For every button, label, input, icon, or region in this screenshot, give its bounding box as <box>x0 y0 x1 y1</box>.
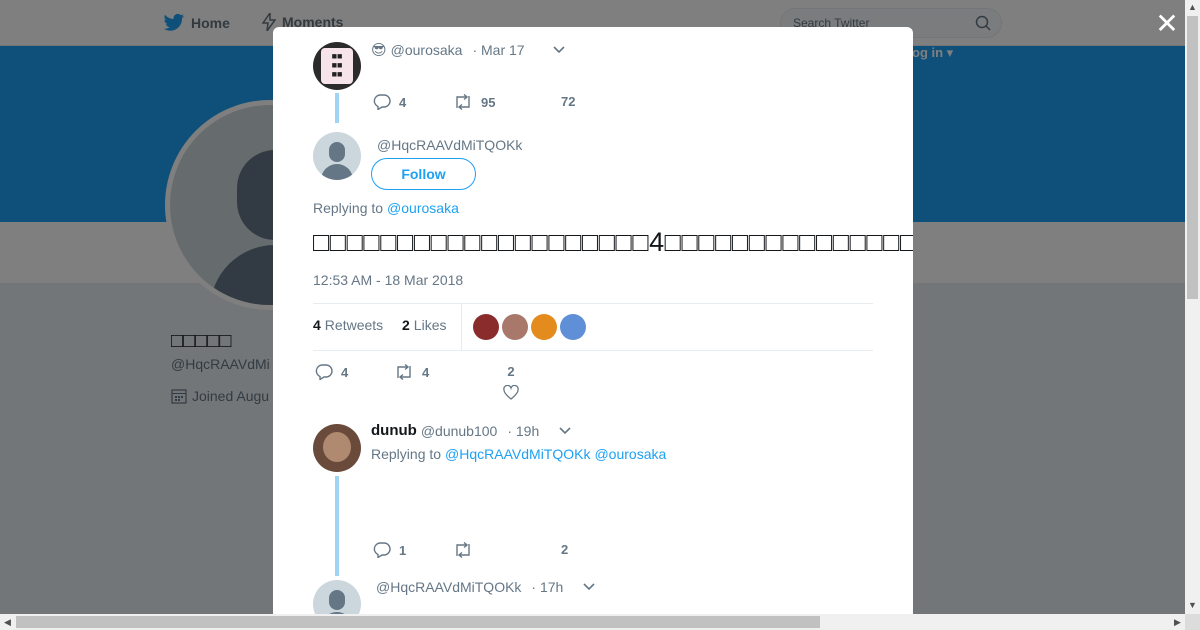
replying-to-link[interactable]: @ourosaka <box>594 446 666 462</box>
reply-handle[interactable]: @dunub100 <box>421 423 498 439</box>
replying-prefix: Replying to <box>313 200 384 216</box>
main-like-button[interactable]: 2 <box>503 364 519 400</box>
reply2-handle[interactable]: @HqcRAAVdMiTQOKk <box>376 579 521 595</box>
scroll-down-arrow-icon[interactable]: ▼ <box>1185 598 1200 613</box>
liker-avatar[interactable] <box>473 314 499 340</box>
emoji: 😎 <box>371 42 387 59</box>
ourosaka-avatar[interactable]: ■■ ■■ ■■ <box>313 42 361 90</box>
replying-to-line: Replying to @ourosaka <box>313 200 459 216</box>
reply-replying-line: Replying to @HqcRAAVdMiTQOKk @ourosaka <box>371 446 666 462</box>
likes-label: Likes <box>413 317 447 333</box>
liker-avatar[interactable] <box>502 314 528 340</box>
reply-like-count: 2 <box>561 542 569 557</box>
scroll-right-arrow-icon[interactable]: ▶ <box>1170 614 1185 630</box>
scroll-left-arrow-icon[interactable]: ◀ <box>0 614 15 630</box>
reply-header: dunub @dunub100 · 19h <box>371 422 571 439</box>
replying-to-link[interactable]: @HqcRAAVdMiTQOKk <box>445 446 590 462</box>
retweet-icon <box>397 364 411 380</box>
parent-reply-button[interactable]: 4 <box>373 94 406 110</box>
parent-retweet-button[interactable]: 95 <box>453 94 495 110</box>
likes-count: 2 <box>402 317 410 333</box>
parent-reply-count: 4 <box>399 94 407 110</box>
reply-icon <box>315 364 333 380</box>
main-reply-count: 4 <box>341 364 349 380</box>
main-handle[interactable]: @HqcRAAVdMiTQOKk <box>377 137 522 153</box>
reply-reply-count: 1 <box>399 542 407 558</box>
reply-name[interactable]: dunub <box>371 422 417 439</box>
retweets-count: 4 <box>313 317 321 333</box>
close-icon[interactable]: ✕ <box>1155 10 1179 38</box>
reply-icon <box>373 542 391 558</box>
divider <box>313 350 873 351</box>
liker-avatar[interactable] <box>560 314 586 340</box>
scrollbar-thumb[interactable] <box>16 616 820 628</box>
author-avatar[interactable] <box>313 132 361 180</box>
reply-replying-prefix: Replying to <box>371 446 442 462</box>
chevron-down-icon[interactable] <box>583 583 595 591</box>
vertical-scrollbar[interactable]: ▲ ▼ <box>1185 0 1200 614</box>
reply-time[interactable]: · 19h <box>507 423 539 439</box>
reply2-header: @HqcRAAVdMiTQOKk · 17h <box>376 579 595 595</box>
scrollbar-corner <box>1185 614 1200 630</box>
reply-icon <box>373 94 391 110</box>
reply-like-button[interactable]: 2 <box>561 542 568 557</box>
chevron-down-icon[interactable] <box>553 46 565 54</box>
tweet-modal: ■■ ■■ ■■ 😎 @ourosaka · Mar 17 4 95 72 @Hqc… <box>273 27 913 614</box>
reply-retweet-button[interactable] <box>453 542 473 558</box>
tweet-timestamp-text: 12:53 AM - 18 Mar 2018 <box>313 272 464 288</box>
thread-line <box>335 93 339 123</box>
main-like-count: 2 <box>507 364 515 379</box>
main-retweet-count: 4 <box>422 364 430 380</box>
parent-like-button[interactable]: 72 <box>561 94 575 109</box>
follow-button[interactable]: Follow <box>371 158 476 190</box>
author-avatar[interactable] <box>313 580 361 614</box>
replying-to-link[interactable]: @ourosaka <box>387 200 459 216</box>
retweet-icon <box>456 542 470 558</box>
parent-like-count: 72 <box>561 94 576 109</box>
main-reply-button[interactable]: 4 <box>315 364 348 380</box>
dunub-avatar[interactable] <box>313 424 361 472</box>
liker-avatar[interactable] <box>531 314 557 340</box>
parent-time[interactable]: · Mar 17 <box>472 42 524 58</box>
tweet-timestamp[interactable]: 12:53 AM - 18 Mar 2018 <box>313 272 463 288</box>
parent-handle[interactable]: @ourosaka <box>391 42 463 58</box>
reply2-time[interactable]: · 17h <box>531 579 563 595</box>
stat-separator <box>461 304 462 350</box>
scrollbar-thumb[interactable] <box>1187 16 1198 299</box>
retweet-icon <box>456 94 470 110</box>
tweet-text: □□□□□□□□□□□□□□□□□□□□4□□□□□□□□□□□□□□□□□□□… <box>313 227 913 257</box>
parent-retweet-count: 95 <box>481 94 496 110</box>
retweets-label: Retweets <box>324 317 384 333</box>
heart-icon <box>503 385 519 400</box>
retweets-stat[interactable]: 4 Retweets <box>313 317 383 333</box>
thread-line <box>335 476 339 576</box>
reply-reply-button[interactable]: 1 <box>373 542 406 558</box>
parent-tweet-header: 😎 @ourosaka · Mar 17 <box>371 41 565 59</box>
divider <box>313 303 873 304</box>
horizontal-scrollbar[interactable]: ◀ ▶ <box>0 614 1185 630</box>
likes-stat[interactable]: 2 Likes <box>402 317 446 333</box>
scroll-up-arrow-icon[interactable]: ▲ <box>1185 0 1200 15</box>
chevron-down-icon[interactable] <box>559 426 571 435</box>
main-tweet-header: @HqcRAAVdMiTQOKk <box>377 137 522 153</box>
main-retweet-button[interactable]: 4 <box>394 364 429 380</box>
